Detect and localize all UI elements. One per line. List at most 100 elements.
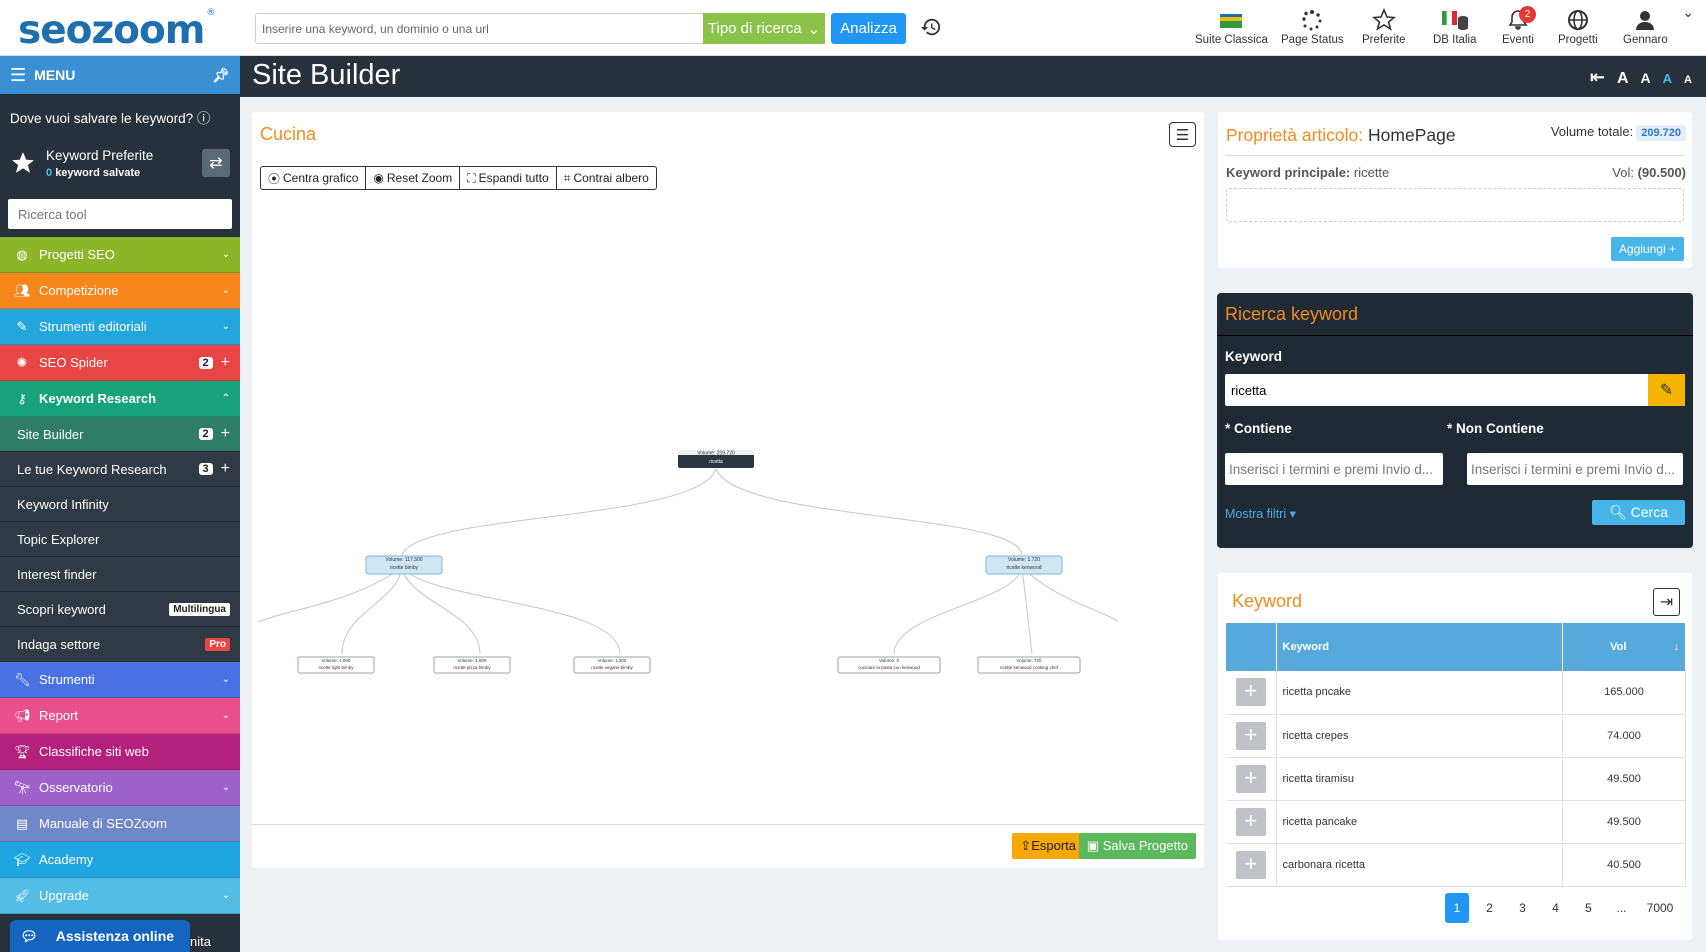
contrai-albero-button[interactable]: ⌗ Contrai albero	[555, 166, 657, 190]
mostra-filtri-link[interactable]: Mostra filtri ▾	[1225, 506, 1296, 521]
nav-page-status[interactable]: Page Status	[1281, 8, 1344, 46]
add-keyword-button[interactable]: +	[1235, 807, 1266, 836]
sidebar-item-label: Manuale di SEOZoom	[39, 816, 167, 831]
sidebar-item-academy[interactable]: 🎓︎ Academy	[0, 842, 240, 878]
info-icon[interactable]: ⓘ	[197, 111, 211, 126]
page-link[interactable]: 3	[1506, 893, 1539, 923]
non-contiene-input[interactable]	[1467, 453, 1683, 485]
tree-node-level2[interactable]: Volume: 1.600 ricette pizza bimby	[433, 656, 511, 674]
font-size-l[interactable]: A	[1641, 70, 1651, 86]
nav-eventi[interactable]: 2 Eventi	[1502, 6, 1536, 46]
plus-icon[interactable]: +	[221, 425, 230, 443]
plus-icon[interactable]: +	[221, 354, 230, 372]
pin-icon[interactable]: 📌︎	[212, 67, 230, 84]
keyword-input[interactable]	[1225, 374, 1648, 406]
font-size-s[interactable]: A	[1684, 74, 1692, 86]
sidebar-item-label: Report	[39, 708, 79, 723]
sidebar-item-osservatorio[interactable]: 🔭︎ Osservatorio ⌄	[0, 770, 240, 806]
sidebar-sub-keyword-infinity[interactable]: Keyword Infinity	[0, 487, 240, 522]
centra-grafico-button[interactable]: ⦿ Centra grafico	[260, 166, 367, 190]
table-header-vol[interactable]: Vol ↓	[1562, 623, 1686, 671]
tree-node-level2[interactable]: Volume: 0 cucinare la pasta con kenwood	[837, 656, 941, 674]
sidebar-item-classifiche[interactable]: 🏆︎ Classifiche siti web	[0, 734, 240, 770]
analizza-button[interactable]: Analizza	[831, 13, 906, 44]
plus-icon[interactable]: +	[221, 460, 230, 478]
sidebar-item-progetti-seo[interactable]: ◍ Progetti SEO ⌄	[0, 237, 240, 273]
add-keyword-button[interactable]: +	[1235, 721, 1266, 750]
chat-icon: 💬︎	[20, 927, 38, 944]
contiene-input[interactable]	[1225, 453, 1443, 485]
seozoom-logo[interactable]: seozoom ®	[18, 8, 215, 53]
main-search-input[interactable]	[255, 13, 703, 44]
keyword-cell: ricetta crepes	[1276, 714, 1563, 758]
sidebar-item-strumenti-editoriali[interactable]: ✎ Strumenti editoriali ⌄	[0, 309, 240, 345]
nav-preferite[interactable]: Preferite	[1362, 8, 1405, 46]
keyword-preferite[interactable]: Keyword Preferite 0 keyword salvate ⇄	[0, 135, 240, 191]
sidebar-sub-interest-finder[interactable]: Interest finder	[0, 557, 240, 592]
salva-progetto-button[interactable]: ▣ Salva Progetto	[1078, 833, 1196, 859]
tool-search-input[interactable]	[8, 199, 232, 229]
node-name: ricette pizza bimby	[453, 665, 491, 670]
keyword-cell: ricetta pncake	[1276, 671, 1563, 715]
tree-node-level2[interactable]: Volume: 720 ricette kenwood cooking chef	[977, 656, 1081, 674]
tree-node-level1[interactable]: Volume: 117.500 ricette bimby	[365, 555, 443, 575]
sidebar-item-upgrade[interactable]: 🚀︎ Upgrade ⌄	[0, 878, 240, 914]
page-link[interactable]: 7000	[1638, 893, 1682, 923]
page-link[interactable]: 1	[1445, 893, 1469, 923]
edit-button[interactable]: ✎	[1648, 374, 1685, 406]
tree-node-level2[interactable]: Volume: 1.300 ricette vegane bimby	[573, 656, 651, 674]
font-size-m[interactable]: A	[1663, 71, 1672, 86]
export-button[interactable]: ⇥	[1653, 588, 1680, 616]
menu-header[interactable]: ☰ MENU 📌︎	[0, 56, 240, 94]
page-link[interactable]: 4	[1539, 893, 1572, 923]
table-header-keyword[interactable]: Keyword	[1276, 623, 1563, 671]
add-cell: +	[1226, 671, 1277, 715]
history-icon[interactable]	[920, 16, 942, 38]
search-type-dropdown[interactable]: Tipo di ricerca ⌄	[703, 13, 825, 44]
assistenza-online-button[interactable]: 💬︎ Assistenza online	[10, 920, 190, 952]
nav-progetti[interactable]: Progetti	[1558, 8, 1598, 46]
reset-zoom-button[interactable]: ◉ Reset Zoom	[365, 166, 461, 190]
sidebar-sub-topic-explorer[interactable]: Topic Explorer	[0, 522, 240, 557]
tree-node-level2[interactable]: Volume: 1.000 ricette light bimby	[297, 656, 375, 674]
sidebar-item-competizione[interactable]: 👥︎ Competizione ⌄	[0, 273, 240, 309]
cerca-button[interactable]: 🔍︎ Cerca	[1592, 500, 1685, 525]
sidebar-sub-keyword-research[interactable]: Le tue Keyword Research 3 +	[0, 452, 240, 487]
import-icon: ⇥	[1659, 594, 1674, 611]
collapse-sidebar-icon[interactable]: ⇤	[1590, 67, 1605, 88]
esporta-button[interactable]: ⇪Esporta	[1012, 833, 1084, 859]
espandi-tutto-button[interactable]: ⛶ Espandi tutto	[459, 166, 557, 190]
add-keyword-button[interactable]: +	[1235, 678, 1266, 707]
menu-button[interactable]: ☰	[1169, 122, 1196, 147]
sidebar-item-strumenti[interactable]: 🔧︎ Strumenti ⌄	[0, 662, 240, 698]
sidebar-item-seo-spider[interactable]: ✺ SEO Spider 2 +	[0, 345, 240, 381]
sidebar-item-label: Classifiche siti web	[39, 744, 149, 759]
kw-pref-suffix: keyword salvate	[55, 166, 141, 179]
sidebar-item-manuale[interactable]: ▤ Manuale di SEOZoom	[0, 806, 240, 842]
tree-node-root[interactable]: Volume: 209.720 ricetta	[678, 450, 754, 468]
sidebar-item-report[interactable]: 📢︎ Report ⌄	[0, 698, 240, 734]
nav-db-italia[interactable]: DB Italia	[1433, 8, 1476, 46]
chevron-down-icon[interactable]: ⌄	[1682, 4, 1694, 21]
aggiungi-button[interactable]: Aggiungi +	[1610, 237, 1684, 261]
sidebar-sub-site-builder[interactable]: Site Builder 2 +	[0, 417, 240, 452]
suite-flag-icon	[1220, 14, 1243, 28]
tree-node-level1[interactable]: Volume: 1.720 ricette kenwood	[985, 555, 1063, 575]
hamburger-icon: ☰	[1175, 126, 1190, 144]
nav-suite-classica[interactable]: Suite Classica	[1195, 8, 1268, 46]
add-keyword-button[interactable]: +	[1235, 850, 1266, 879]
sidebar-sub-indaga-settore[interactable]: Indaga settore Pro	[0, 627, 240, 662]
font-size-xl[interactable]: A	[1617, 70, 1629, 88]
nav-user[interactable]: Gennaro	[1623, 8, 1668, 46]
title-tools: ⇤ A A A A	[1590, 67, 1692, 88]
swap-button[interactable]: ⇄	[202, 149, 230, 177]
page-link[interactable]: 5	[1572, 893, 1605, 923]
vol-header-label: Vol	[1610, 641, 1627, 653]
add-keyword-button[interactable]: +	[1235, 764, 1266, 793]
sidebar-sub-scopri-keyword[interactable]: Scopri keyword Multilingua	[0, 592, 240, 627]
sidebar-item-keyword-research[interactable]: ⚷ Keyword Research ⌃	[0, 381, 240, 417]
keyword-drop-zone[interactable]	[1226, 188, 1684, 222]
volume-cell: 40.500	[1562, 843, 1686, 887]
page-link[interactable]: 2	[1473, 893, 1506, 923]
pagination: 1 2 3 4 5 ... 7000	[1441, 893, 1682, 923]
